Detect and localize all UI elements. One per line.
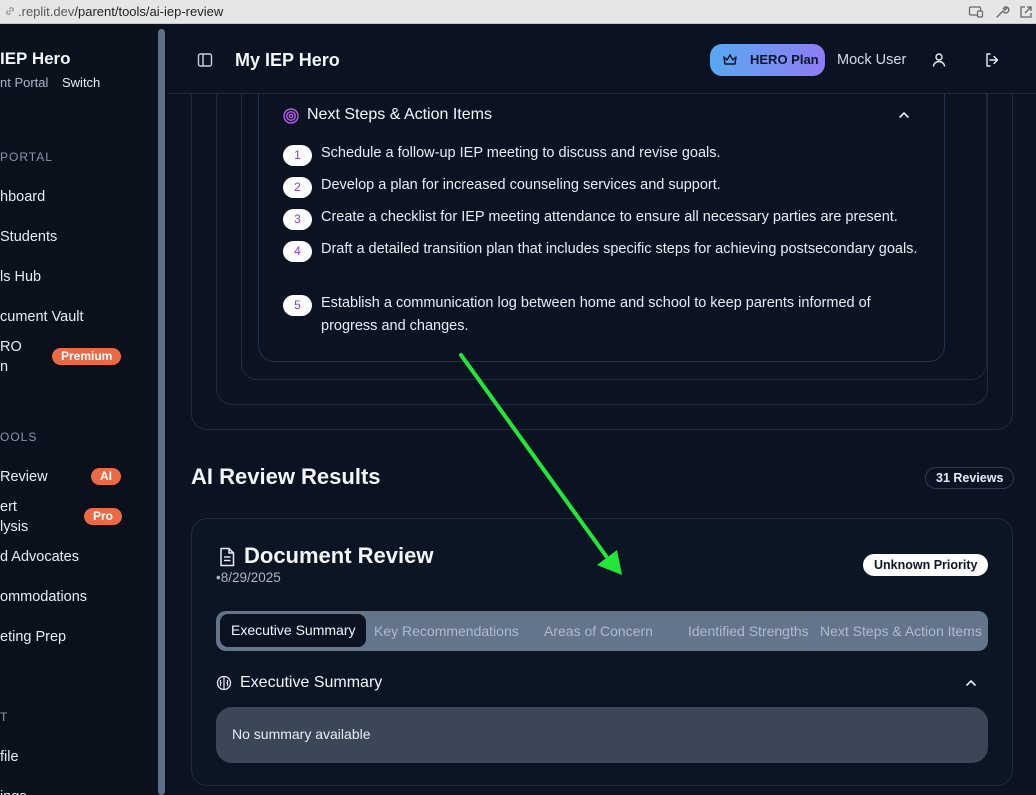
step-number: 2 xyxy=(283,177,312,198)
switch-portal-button[interactable]: Switch xyxy=(62,75,100,90)
step-text: Create a checklist for IEP meeting atten… xyxy=(321,209,898,225)
url-text[interactable]: .replit.dev/parent/tools/ai-iep-review xyxy=(18,4,223,19)
brain-icon xyxy=(216,675,232,691)
step-text: Develop a plan for increased counseling … xyxy=(321,177,721,193)
sidebar-item-advocates[interactable]: d Advocates xyxy=(0,547,79,567)
crown-icon xyxy=(723,54,737,65)
tab-executive-summary[interactable]: Executive Summary xyxy=(220,614,367,647)
sidebar: IEP Hero nt Portal Switch PORTAL hboard … xyxy=(0,25,168,795)
sidebar-item-dashboard[interactable]: hboard xyxy=(0,187,45,207)
app-title: My IEP Hero xyxy=(235,50,340,70)
main-content: Next Steps & Action Items 1 Schedule a f… xyxy=(168,94,1036,795)
pro-badge: Pro xyxy=(84,508,123,525)
user-icon[interactable] xyxy=(931,52,947,68)
sidebar-item-document-vault[interactable]: cument Vault xyxy=(0,307,84,327)
sidebar-item-label: Review xyxy=(0,469,48,485)
section-label-tools: OOLS xyxy=(0,430,38,444)
ai-badge: AI xyxy=(91,468,121,485)
step-number: 1 xyxy=(283,145,312,166)
wrench-icon[interactable] xyxy=(994,4,1010,20)
review-tabs: Executive Summary Key Recommendations Ar… xyxy=(216,611,988,651)
user-name[interactable]: Mock User xyxy=(837,52,906,68)
sidebar-item-tools-hub[interactable]: ls Hub xyxy=(0,267,41,287)
open-external-icon[interactable] xyxy=(1018,4,1034,20)
link-icon xyxy=(6,7,14,15)
top-header: My IEP Hero HERO Plan Mock User xyxy=(168,25,1036,94)
summary-text: No summary available xyxy=(232,726,371,742)
step-number: 3 xyxy=(283,209,312,230)
step-text: Draft a detailed transition plan that in… xyxy=(321,241,918,257)
next-steps-title: Next Steps & Action Items xyxy=(307,106,492,123)
document-icon xyxy=(220,547,235,567)
sidebar-item-profile[interactable]: file xyxy=(0,747,19,767)
section-label-account: T xyxy=(0,710,9,724)
premium-badge: Premium xyxy=(52,348,122,365)
browser-url-bar[interactable]: .replit.dev/parent/tools/ai-iep-review xyxy=(0,0,1036,24)
sidebar-toggle-icon[interactable] xyxy=(197,52,213,68)
step-text: Establish a communication log between ho… xyxy=(321,295,871,334)
tab-identified-strengths[interactable]: Identified Strengths xyxy=(688,611,809,651)
hero-plan-button[interactable]: HERO Plan xyxy=(710,44,825,76)
summary-content-box: No summary available xyxy=(216,707,988,763)
chevron-up-icon[interactable] xyxy=(896,107,912,123)
hero-plan-label: HERO Plan xyxy=(750,52,819,67)
step-number: 5 xyxy=(283,295,312,316)
sidebar-item-label-line2: lysis xyxy=(0,519,29,535)
logout-icon[interactable] xyxy=(984,52,1000,68)
chevron-up-icon[interactable] xyxy=(963,675,979,691)
target-icon xyxy=(283,108,299,124)
review-date: •8/29/2025 xyxy=(216,570,281,585)
tab-areas-of-concern[interactable]: Areas of Concern xyxy=(544,611,653,651)
portal-subtitle: nt Portal xyxy=(0,75,49,90)
executive-summary-heading: Executive Summary xyxy=(240,674,383,691)
cast-icon[interactable] xyxy=(968,4,984,20)
brand-title: IEP Hero xyxy=(0,49,71,68)
sidebar-item-settings[interactable]: ings xyxy=(0,787,27,795)
results-title: AI Review Results xyxy=(191,464,381,489)
sidebar-item-accommodations[interactable]: ommodations xyxy=(0,587,87,607)
tab-next-steps[interactable]: Next Steps & Action Items xyxy=(820,611,982,651)
tab-key-recommendations[interactable]: Key Recommendations xyxy=(374,611,519,651)
priority-badge: Unknown Priority xyxy=(863,554,989,576)
document-review-title: Document Review xyxy=(244,543,434,568)
sidebar-scrollbar[interactable] xyxy=(158,29,165,795)
step-text: Schedule a follow-up IEP meeting to disc… xyxy=(321,145,721,161)
document-review-card: Document Review •8/29/2025 Unknown Prior… xyxy=(191,518,1013,786)
sidebar-item-meeting-prep[interactable]: eting Prep xyxy=(0,627,66,647)
section-label-portal: PORTAL xyxy=(0,150,53,164)
sidebar-item-label-line1: RO xyxy=(0,339,22,355)
sidebar-item-label-line1: ert xyxy=(0,499,17,515)
url-path: /parent/tools/ai-iep-review xyxy=(74,4,224,19)
sidebar-item-students[interactable]: Students xyxy=(0,227,57,247)
url-domain: .replit.dev xyxy=(18,4,75,19)
step-number: 4 xyxy=(283,241,312,262)
sidebar-item-label-line2: n xyxy=(0,359,9,375)
reviews-count-badge: 31 Reviews xyxy=(925,467,1015,489)
